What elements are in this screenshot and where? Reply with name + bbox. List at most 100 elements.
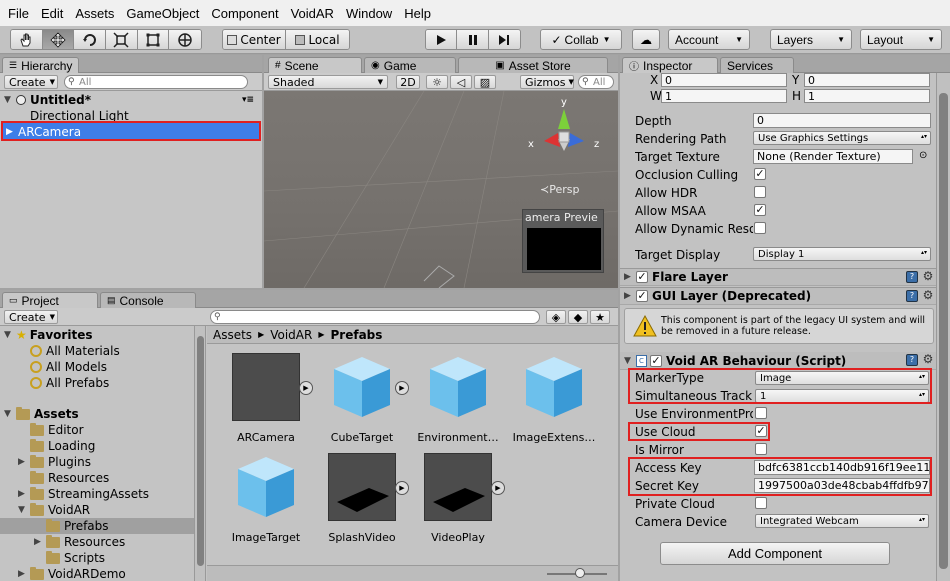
tree-assets[interactable]: ▼ Assets: [4, 406, 79, 422]
layers-dropdown[interactable]: Layers ▼: [770, 29, 852, 50]
pivot-center-button[interactable]: Center: [223, 30, 287, 49]
private-cloud-checkbox[interactable]: [755, 497, 767, 509]
space-local-button[interactable]: Local: [286, 30, 349, 49]
asset-item[interactable]: ImageExtens…: [509, 353, 599, 453]
menu-assets[interactable]: Assets: [71, 6, 122, 21]
persp-label[interactable]: ≺Persp: [540, 183, 579, 196]
tab-asset-store[interactable]: ▣ Asset Store: [458, 57, 608, 73]
toggle-2d-button[interactable]: 2D: [396, 75, 420, 89]
filter-type-icon[interactable]: ◈: [546, 310, 566, 324]
breadcrumb-voidar[interactable]: VoidAR: [270, 328, 312, 342]
pause-icon[interactable]: [457, 30, 489, 49]
asset-item[interactable]: ▶ ARCamera: [221, 353, 313, 453]
scene-root-item[interactable]: ▼ Untitled* ▾≡: [4, 92, 258, 108]
menu-voidar[interactable]: VoidAR: [287, 6, 342, 21]
expand-arrow-icon[interactable]: ▶: [395, 381, 409, 395]
project-search-input[interactable]: ⚲: [210, 310, 540, 324]
tab-game[interactable]: ◉ Game: [364, 57, 456, 73]
scene-search-input[interactable]: ⚲ All: [578, 75, 614, 89]
tree-folder-item[interactable]: ▶ VoidARDemo: [18, 566, 126, 581]
tree-folder-item[interactable]: Scripts: [46, 550, 105, 566]
hierarchy-create-button[interactable]: Create ▼: [4, 75, 58, 89]
gear-icon[interactable]: ⚙: [922, 353, 934, 366]
tree-folder-item[interactable]: Loading: [30, 438, 95, 454]
gizmos-dropdown[interactable]: Gizmos ▼: [520, 75, 574, 89]
scale-icon[interactable]: [106, 30, 138, 49]
tab-inspector[interactable]: ⓘ Inspector: [622, 57, 718, 73]
help-icon[interactable]: ?: [906, 271, 918, 283]
allow-dynamic-resolution-checkbox[interactable]: [754, 222, 766, 234]
add-component-button[interactable]: Add Component: [660, 542, 890, 565]
flare-layer-checkbox[interactable]: ✓: [636, 271, 648, 283]
target-texture-field[interactable]: None (Render Texture): [753, 149, 913, 164]
menu-component[interactable]: Component: [207, 6, 286, 21]
help-icon[interactable]: ?: [906, 290, 918, 302]
tree-scroll-thumb[interactable]: [197, 336, 204, 566]
gear-icon[interactable]: ⚙: [922, 289, 934, 302]
occlusion-culling-checkbox[interactable]: ✓: [754, 168, 766, 180]
breadcrumb-assets[interactable]: Assets: [213, 328, 252, 342]
audio-icon[interactable]: ◁: [450, 75, 472, 89]
play-icon[interactable]: [426, 30, 458, 49]
access-key-field[interactable]: bdfc6381ccb140db916f19ee11: [754, 460, 930, 475]
tab-console[interactable]: ▤ Console: [100, 292, 196, 308]
tree-favorite-item[interactable]: All Prefabs: [30, 375, 109, 391]
rect-w-field[interactable]: 1: [661, 89, 787, 103]
tree-scrollbar[interactable]: [194, 326, 205, 581]
use-environment-checkbox[interactable]: [755, 407, 767, 419]
star-icon[interactable]: ★: [590, 310, 610, 324]
voidar-behaviour-header[interactable]: ▼ C ✓ Void AR Behaviour (Script) ? ⚙: [620, 352, 938, 370]
tree-favorite-item[interactable]: All Models: [30, 359, 107, 375]
sun-icon[interactable]: ☼: [426, 75, 448, 89]
hierarchy-search-input[interactable]: ⚲ All: [64, 75, 248, 89]
rect-y-field[interactable]: 0: [804, 73, 930, 87]
filter-label-icon[interactable]: ◆: [568, 310, 588, 324]
options-icon[interactable]: ▾≡: [242, 95, 254, 105]
tab-project[interactable]: ▭ Project: [2, 292, 98, 308]
tree-favorite-item[interactable]: All Materials: [30, 343, 120, 359]
asset-item[interactable]: ImageTarget: [221, 453, 311, 553]
help-icon[interactable]: ?: [906, 354, 918, 366]
tree-folder-item[interactable]: Resources: [30, 470, 109, 486]
layout-dropdown[interactable]: Layout ▼: [860, 29, 942, 50]
tree-folder-item[interactable]: ▶ Plugins: [18, 454, 91, 470]
gui-layer-checkbox[interactable]: ✓: [636, 290, 648, 302]
tab-scene[interactable]: # Scene: [268, 57, 362, 73]
move-icon[interactable]: [42, 30, 75, 49]
cloud-button[interactable]: ☁: [632, 29, 660, 50]
tree-favorites[interactable]: ▼ ★ Favorites: [4, 327, 92, 343]
rect-h-field[interactable]: 1: [804, 89, 930, 103]
marker-type-dropdown[interactable]: Image: [755, 371, 929, 385]
menu-edit[interactable]: Edit: [37, 6, 71, 21]
rect-x-field[interactable]: 0: [661, 73, 787, 87]
menu-file[interactable]: File: [4, 6, 37, 21]
expand-arrow-icon[interactable]: ▶: [299, 381, 313, 395]
inspector-scrollbar[interactable]: [936, 73, 950, 581]
account-dropdown[interactable]: Account ▼: [668, 29, 750, 50]
simultaneous-tracking-dropdown[interactable]: 1: [755, 389, 929, 403]
gear-icon[interactable]: ⚙: [922, 270, 934, 283]
rect-icon[interactable]: [137, 30, 170, 49]
asset-item[interactable]: ▶ CubeTarget: [317, 353, 409, 453]
allow-hdr-checkbox[interactable]: [754, 186, 766, 198]
hierarchy-item-directional-light[interactable]: Directional Light: [30, 108, 129, 124]
transform-icon[interactable]: [169, 30, 201, 49]
menu-help[interactable]: Help: [400, 6, 439, 21]
zoom-slider-thumb[interactable]: [575, 568, 585, 578]
menu-gameobject[interactable]: GameObject: [122, 6, 207, 21]
tree-folder-item[interactable]: ▼ VoidAR: [18, 502, 90, 518]
voidar-behaviour-checkbox[interactable]: ✓: [650, 354, 662, 367]
tree-folder-item[interactable]: ▶ StreamingAssets: [18, 486, 149, 502]
tree-folder-item[interactable]: ▶ Resources: [34, 534, 125, 550]
camera-device-dropdown[interactable]: Integrated Webcam: [755, 514, 929, 528]
use-cloud-checkbox[interactable]: ✓: [755, 425, 767, 437]
image-icon[interactable]: ▨: [474, 75, 496, 89]
is-mirror-checkbox[interactable]: [755, 443, 767, 455]
target-display-dropdown[interactable]: Display 1: [753, 247, 931, 261]
asset-item[interactable]: ▶ VideoPlay: [413, 453, 505, 553]
gui-layer-header[interactable]: ▶ ✓ GUI Layer (Deprecated) ? ⚙: [620, 287, 938, 305]
collab-button[interactable]: ✓ Collab ▼: [540, 29, 622, 50]
step-icon[interactable]: [488, 30, 520, 49]
flare-layer-header[interactable]: ▶ ✓ Flare Layer ? ⚙: [620, 268, 938, 286]
tab-services[interactable]: Services: [720, 57, 794, 73]
